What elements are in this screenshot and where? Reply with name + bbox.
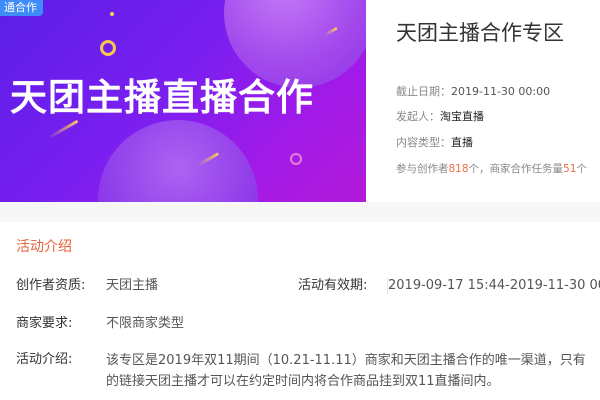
- campaign-banner[interactable]: 通合作 天团主播直播合作: [0, 0, 366, 202]
- qualification-value: 天团主播: [106, 278, 159, 293]
- intro-label: 活动介绍:: [16, 352, 73, 367]
- deadline-value: 2019-11-30 00:00: [451, 85, 551, 98]
- content-type-label: 内容类型：: [396, 136, 451, 149]
- section-divider: [0, 202, 600, 222]
- intro-line: 的链接天团主播才可以在约定时间内将合作商品挂到双11直播间内。: [106, 374, 500, 389]
- deadline-label: 截止日期：: [396, 85, 451, 98]
- merchant-label: 商家要求:: [16, 316, 73, 331]
- qualification-label: 创作者资质:: [16, 278, 86, 293]
- stats-suffix: 个: [576, 163, 587, 175]
- intro-text: 该专区是2019年双11期间（10.21-11.11）商家和天团主播合作的唯一渠…: [106, 350, 600, 392]
- sponsor-label: 发起人：: [396, 110, 440, 123]
- activity-section: 活动介绍 创作者资质: 天团主播 活动有效期: 2019-09-17 15:44…: [0, 222, 600, 400]
- validity-value: 2019-09-17 15:44-2019-11-30 00:00: [388, 278, 600, 293]
- sponsor-value: 淘宝直播: [440, 110, 484, 123]
- creators-count: 818: [448, 163, 469, 175]
- decorative-dot: [110, 12, 114, 16]
- sponsor-row: 发起人：淘宝直播: [396, 109, 484, 125]
- deadline-row: 截止日期：2019-11-30 00:00: [396, 84, 550, 100]
- section-title: 活动介绍: [16, 239, 72, 255]
- decorative-ring: [100, 40, 116, 56]
- banner-tag: 通合作: [0, 0, 43, 16]
- campaign-info: 天团主播合作专区 截止日期：2019-11-30 00:00 发起人：淘宝直播 …: [396, 0, 600, 202]
- banner-headline: 天团主播直播合作: [10, 76, 314, 119]
- decorative-streak: [47, 119, 79, 140]
- participation-stats: 参与创作者818个，商家合作任务量51个: [396, 161, 587, 177]
- content-type-row: 内容类型：直播: [396, 135, 473, 151]
- campaign-title: 天团主播合作专区: [396, 21, 564, 45]
- decorative-ring: [290, 153, 302, 165]
- stats-middle: 个，商家合作任务量: [468, 163, 564, 175]
- page: 通合作 天团主播直播合作 天团主播合作专区 截止日期：2019-11-30 00…: [0, 0, 600, 400]
- validity-label: 活动有效期:: [298, 278, 368, 293]
- merchant-value: 不限商家类型: [106, 316, 185, 331]
- stats-prefix: 参与创作者: [396, 163, 449, 175]
- content-type-value: 直播: [451, 136, 473, 149]
- tasks-count: 51: [563, 163, 577, 175]
- intro-line: 该专区是2019年双11期间（10.21-11.11）商家和天团主播合作的唯一渠…: [106, 353, 586, 368]
- decorative-circle: [98, 120, 258, 202]
